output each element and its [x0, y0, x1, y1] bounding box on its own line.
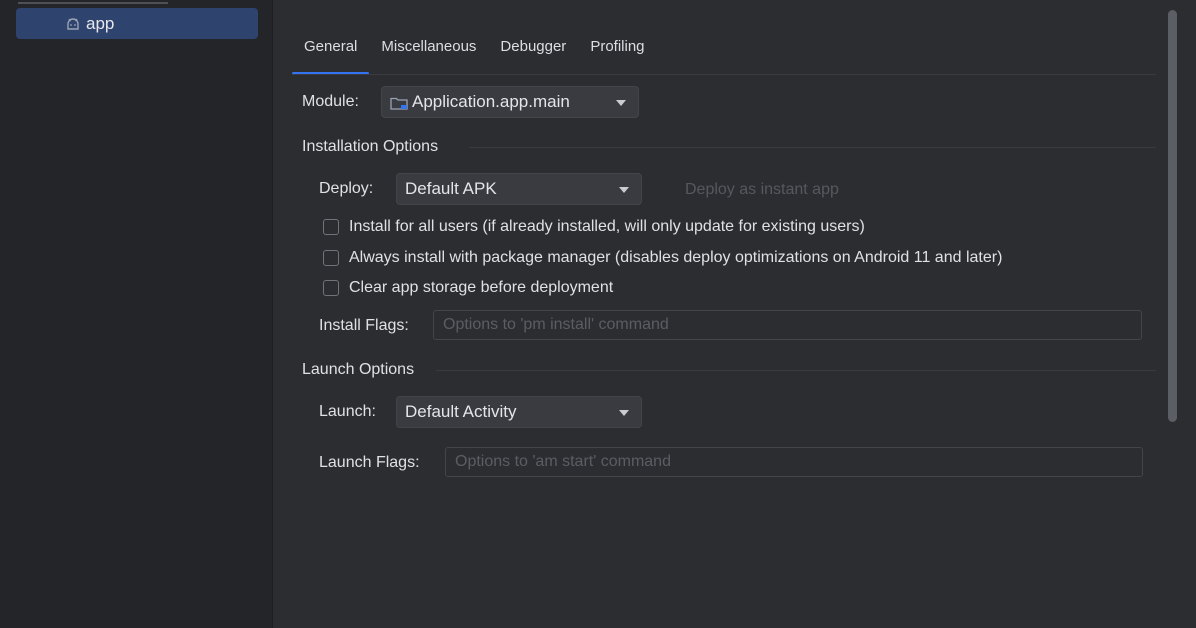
launch-options-title: Launch Options: [302, 361, 415, 378]
deploy-label: Deploy:: [319, 180, 374, 197]
tab-bar: General Miscellaneous Debugger Profiling: [292, 30, 657, 75]
launch-section-divider: [436, 370, 1156, 371]
installation-options-title: Installation Options: [302, 138, 439, 155]
chevron-down-icon: [619, 410, 629, 416]
deploy-instant-app-checkbox-disabled: Deploy as instant app: [685, 181, 839, 198]
clear-storage-checkbox[interactable]: [323, 280, 339, 296]
tree-item-parent-cut: [18, 0, 168, 4]
deploy-select[interactable]: Default APK: [396, 173, 642, 205]
configuration-panel: General Miscellaneous Debugger Profiling…: [273, 0, 1196, 628]
run-configuration-dialog: app General Miscellaneous Debugger Profi…: [0, 0, 1196, 628]
module-label: Module:: [302, 93, 359, 110]
vertical-scrollbar[interactable]: [1168, 10, 1177, 422]
tab-debugger[interactable]: Debugger: [488, 30, 578, 75]
chevron-down-icon: [616, 100, 626, 106]
launch-select[interactable]: Default Activity: [396, 396, 642, 428]
package-manager-row: Always install with package manager (dis…: [323, 249, 1002, 267]
tab-miscellaneous[interactable]: Miscellaneous: [369, 30, 488, 75]
clear-storage-row: Clear app storage before deployment: [323, 279, 613, 297]
chevron-down-icon: [619, 187, 629, 193]
install-all-users-row: Install for all users (if already instal…: [323, 218, 865, 236]
launch-flags-input[interactable]: [445, 447, 1143, 477]
package-manager-label: Always install with package manager (dis…: [349, 249, 1003, 266]
tree-item-label: app: [86, 13, 115, 33]
package-manager-checkbox[interactable]: [323, 250, 339, 266]
tab-general[interactable]: General: [292, 30, 370, 75]
tree-item-app[interactable]: app: [16, 8, 258, 39]
install-all-users-checkbox[interactable]: [323, 219, 339, 235]
installation-section-divider: [469, 147, 1156, 148]
launch-label: Launch:: [319, 403, 376, 420]
launch-value: Default Activity: [405, 402, 517, 421]
folder-icon: [390, 95, 408, 110]
module-value: Application.app.main: [412, 92, 570, 111]
android-icon: [66, 17, 80, 30]
tab-divider: [292, 74, 1156, 75]
tab-profiling[interactable]: Profiling: [578, 30, 656, 75]
configuration-tree: app: [0, 0, 273, 628]
launch-flags-label: Launch Flags:: [319, 454, 420, 471]
module-select[interactable]: Application.app.main: [381, 86, 639, 118]
deploy-value: Default APK: [405, 179, 497, 198]
install-flags-label: Install Flags:: [319, 317, 409, 334]
clear-storage-label: Clear app storage before deployment: [349, 279, 614, 296]
install-flags-input[interactable]: [433, 310, 1142, 340]
install-all-users-label: Install for all users (if already instal…: [349, 218, 865, 235]
